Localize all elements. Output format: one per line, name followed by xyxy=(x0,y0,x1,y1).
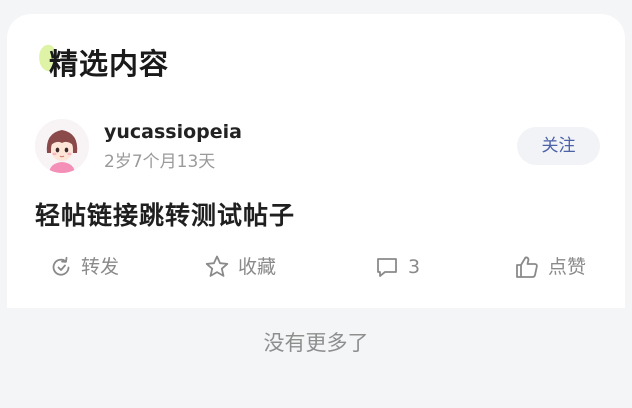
forward-button[interactable]: 转发 xyxy=(49,252,119,282)
follow-button[interactable]: 关注 xyxy=(517,127,600,165)
author-age: 2岁7个月13天 xyxy=(104,152,216,172)
collect-button[interactable]: 收藏 xyxy=(204,252,276,282)
comment-count: 3 xyxy=(408,256,421,278)
section-header: 精选内容 xyxy=(32,43,170,84)
forward-label: 转发 xyxy=(81,256,120,278)
no-more-text: 没有更多了 xyxy=(263,331,369,355)
comment-button[interactable]: 3 xyxy=(374,252,420,282)
star-icon xyxy=(205,255,229,277)
girl-avatar-icon xyxy=(35,119,89,173)
thumbs-up-icon xyxy=(516,256,538,278)
author-avatar[interactable] xyxy=(35,119,89,173)
author-name[interactable]: yucassiopeia xyxy=(104,120,242,144)
collect-label: 收藏 xyxy=(238,256,277,278)
section-title: 精选内容 xyxy=(49,47,170,81)
forward-icon xyxy=(52,256,70,276)
like-label: 点赞 xyxy=(548,256,587,278)
like-button[interactable]: 点赞 xyxy=(514,252,586,282)
post-title[interactable]: 轻帖链接跳转测试帖子 xyxy=(35,198,295,234)
comment-icon xyxy=(377,258,397,277)
page: 精选内容 yucassiopeia 2岁7个月13天 关注 轻帖链接跳转测试帖子… xyxy=(0,0,632,408)
